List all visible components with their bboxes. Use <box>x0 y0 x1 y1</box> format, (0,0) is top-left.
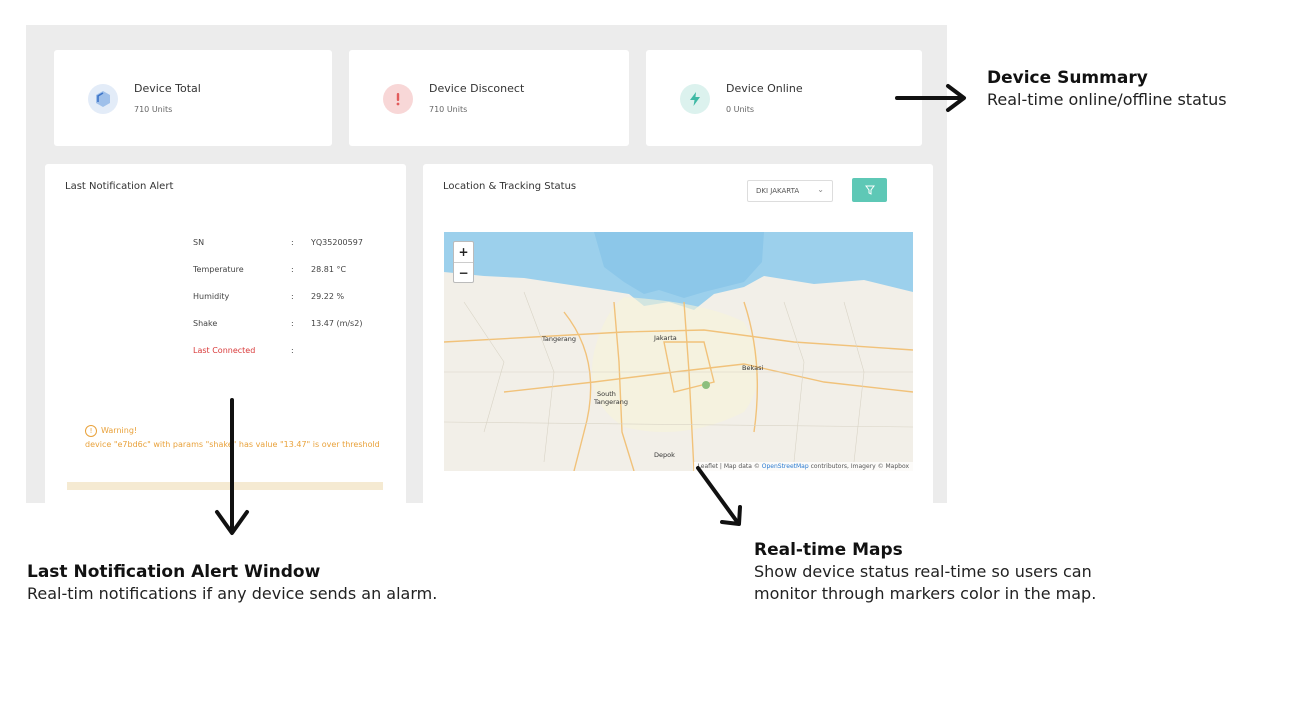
annotation-alert-title: Last Notification Alert Window <box>27 562 321 582</box>
annotation-maps-desc-2: monitor through markers color in the map… <box>754 584 1097 603</box>
arrow-diagonal-icon <box>696 466 740 525</box>
annotation-maps-title: Real-time Maps <box>754 540 903 560</box>
annotation-maps-desc-1: Show device status real-time so users ca… <box>754 562 1092 581</box>
annotation-summary-title: Device Summary <box>987 68 1148 88</box>
annotation-summary-desc: Real-time online/offline status <box>987 90 1227 109</box>
annotation-alert-desc: Real-tim notifications if any device sen… <box>27 584 438 603</box>
